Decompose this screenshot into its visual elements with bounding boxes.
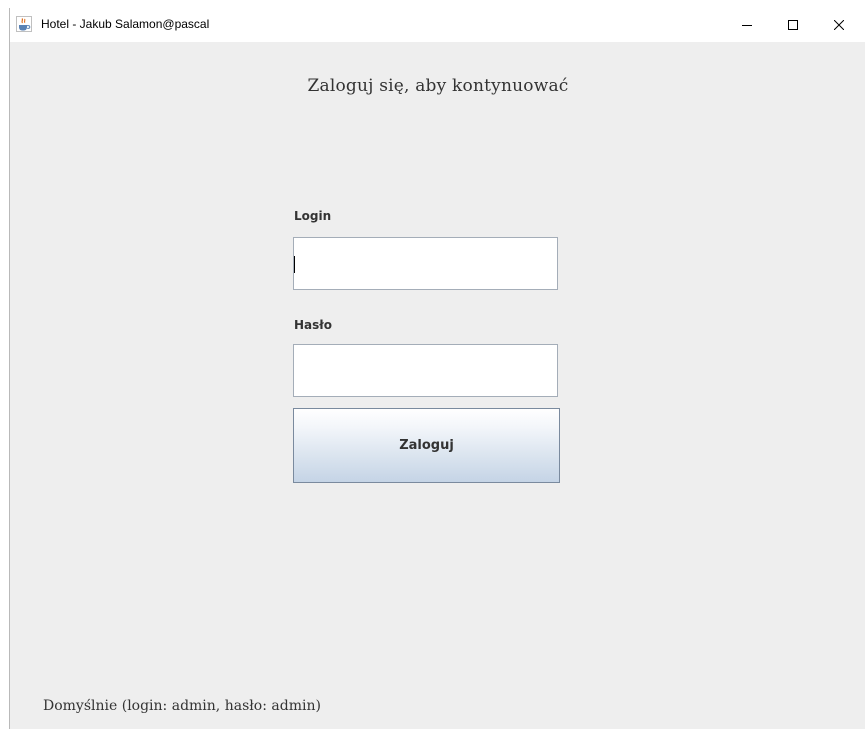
minimize-button[interactable] <box>724 8 770 40</box>
password-label: Hasło <box>294 318 332 332</box>
application-window: Hotel - Jakub Salamon@pascal Zaloguj się… <box>9 8 865 729</box>
close-icon <box>833 15 845 34</box>
close-button[interactable] <box>816 8 862 40</box>
login-heading: Zaloguj się, aby kontynuować <box>307 76 569 96</box>
login-label: Login <box>294 209 332 223</box>
password-input[interactable] <box>293 344 558 397</box>
minimize-icon <box>742 15 752 34</box>
java-coffee-cup-icon[interactable] <box>16 16 32 32</box>
title-bar[interactable]: Hotel - Jakub Salamon@pascal <box>10 8 865 42</box>
text-caret <box>294 256 295 273</box>
login-input[interactable] <box>293 237 558 290</box>
window-title: Hotel - Jakub Salamon@pascal <box>41 17 210 31</box>
login-button[interactable]: Zaloguj <box>293 408 560 483</box>
default-credentials-hint: Domyślnie (login: admin, hasło: admin) <box>43 698 321 714</box>
maximize-button[interactable] <box>770 8 816 40</box>
maximize-icon <box>788 15 798 34</box>
